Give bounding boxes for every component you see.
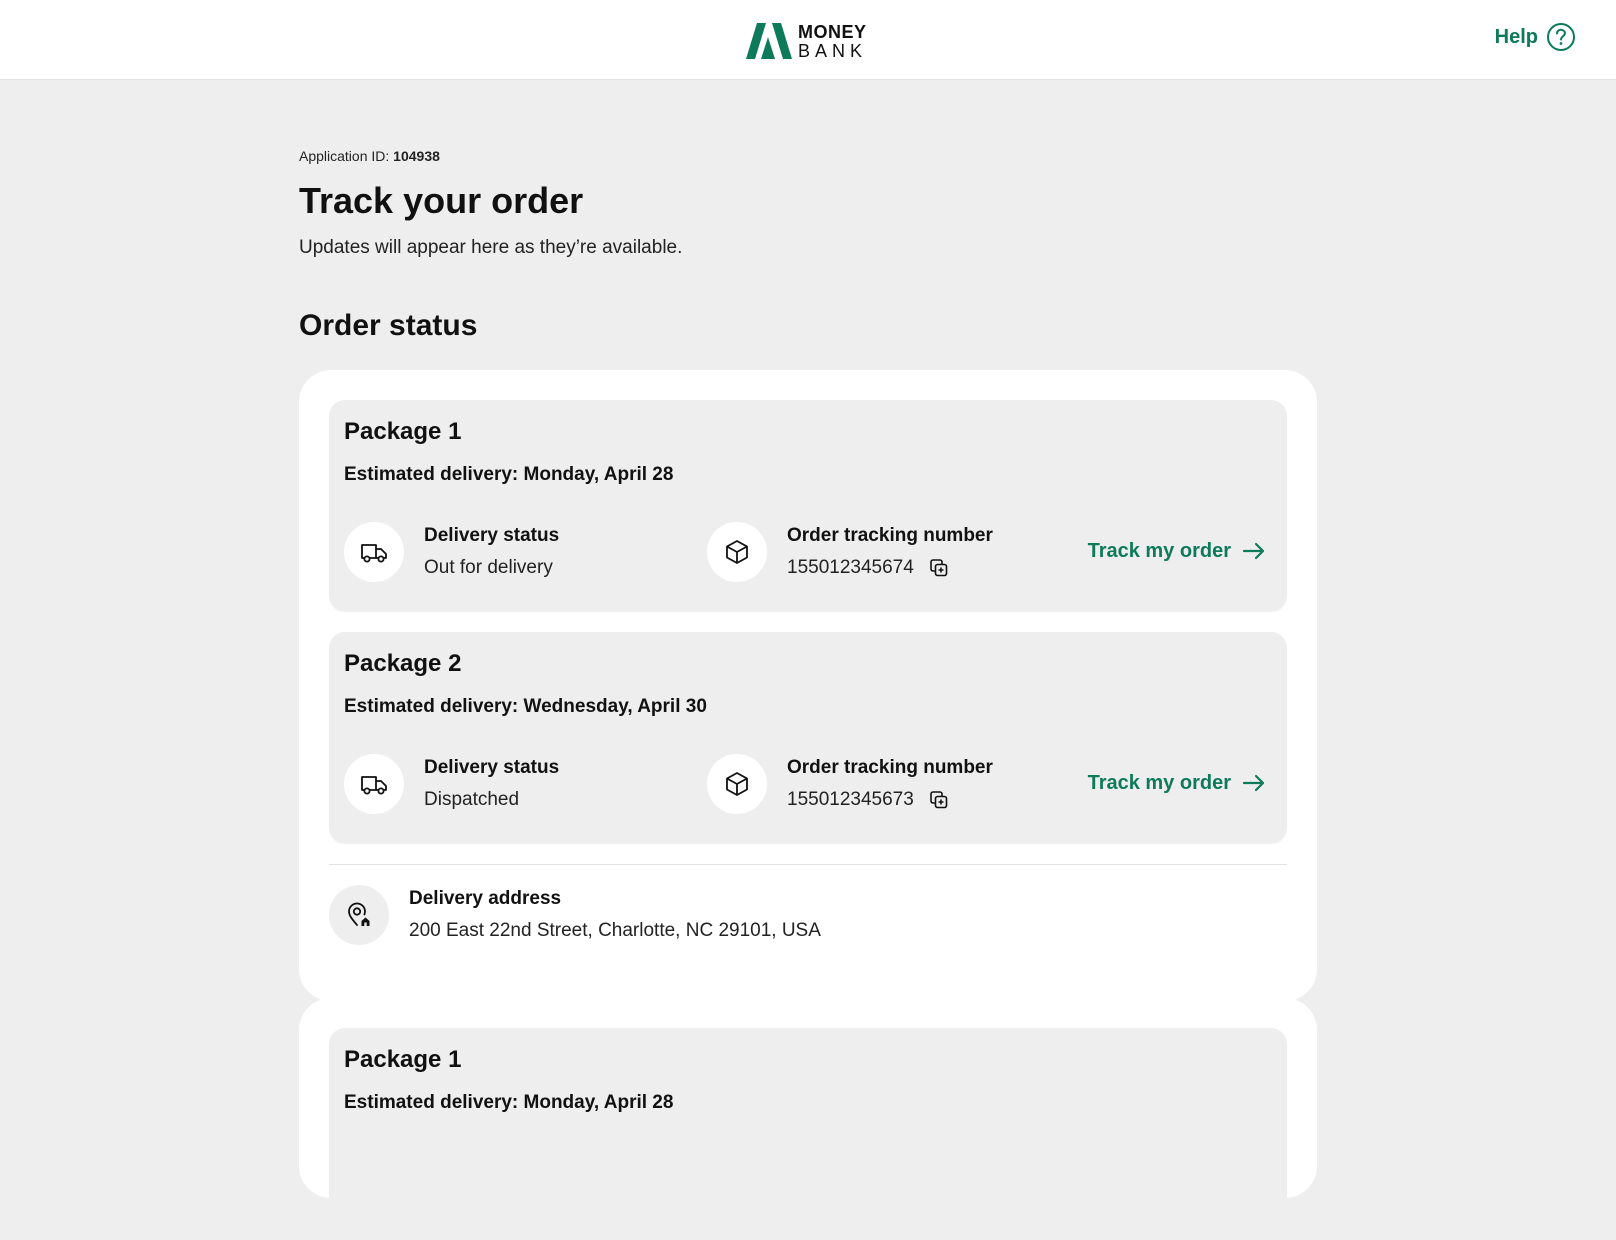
page-title: Track your order	[299, 180, 584, 221]
package-title: Package 2	[344, 650, 462, 677]
copy-icon[interactable]	[928, 557, 950, 579]
tracking-number-label: Order tracking number	[787, 757, 993, 778]
top-header: MONEY BANK Help	[0, 0, 1616, 80]
truck-icon	[361, 776, 387, 795]
tracking-number-value: 155012345674	[787, 557, 914, 578]
delivery-status-value: Dispatched	[424, 789, 520, 810]
order-card: Package 1 Estimated delivery: Monday, Ap…	[299, 998, 1317, 1240]
order-status-heading: Order status	[299, 309, 478, 342]
box-icon-circle	[707, 754, 767, 814]
help-button[interactable]: Help	[1495, 22, 1576, 52]
delivery-status-label: Delivery status	[424, 525, 560, 546]
location-pin-home-icon	[348, 902, 370, 926]
money-bank-logo[interactable]: MONEY BANK	[746, 22, 867, 60]
application-id-value: 104938	[393, 148, 440, 164]
application-id-label: Application ID:	[299, 148, 390, 164]
estimated-delivery: Estimated delivery: Monday, April 28	[344, 1092, 674, 1113]
help-label: Help	[1494, 25, 1538, 48]
tracking-number: Order tracking number 155012345673	[707, 754, 993, 814]
arrow-right-icon	[1242, 774, 1265, 792]
track-my-order-link[interactable]: Track my order	[1088, 538, 1267, 564]
track-my-order-link[interactable]: Track my order	[1088, 770, 1267, 796]
delivery-status-label: Delivery status	[424, 757, 560, 778]
box-icon-circle	[707, 522, 767, 582]
question-circle-icon	[1547, 23, 1575, 51]
package-box-icon	[726, 772, 748, 796]
truck-icon	[361, 544, 387, 563]
package-box-icon	[726, 540, 748, 564]
order-card: Package 1 Estimated delivery: Monday, Ap…	[299, 370, 1317, 1001]
delivery-address-label: Delivery address	[409, 888, 562, 909]
track-my-order-label: Track my order	[1087, 771, 1231, 794]
track-my-order-label: Track my order	[1087, 539, 1231, 562]
package-title: Package 1	[344, 1046, 462, 1073]
truck-icon-circle	[344, 754, 404, 814]
page-subtitle: Updates will appear here as they’re avai…	[299, 237, 683, 258]
tracking-number-value: 155012345673	[787, 789, 914, 810]
delivery-status: Delivery status Dispatched	[344, 754, 559, 814]
logo-text-bank: BANK	[798, 40, 868, 61]
package-title: Package 1	[344, 418, 462, 445]
package-card: Package 1 Estimated delivery: Monday, Ap…	[329, 1028, 1287, 1240]
truck-icon-circle	[344, 522, 404, 582]
location-icon-circle	[329, 885, 389, 945]
arrow-right-icon	[1242, 542, 1265, 560]
package-card: Package 2 Estimated delivery: Wednesday,…	[329, 632, 1287, 844]
application-id: Application ID: 104938	[299, 148, 440, 164]
package-card: Package 1 Estimated delivery: Monday, Ap…	[329, 400, 1287, 612]
tracking-number: Order tracking number 155012345674	[707, 522, 993, 582]
copy-icon[interactable]	[928, 789, 950, 811]
logo-text-money: MONEY	[798, 21, 867, 42]
estimated-delivery: Estimated delivery: Wednesday, April 30	[344, 696, 707, 717]
delivery-status-value: Out for delivery	[424, 557, 553, 578]
delivery-address-value: 200 East 22nd Street, Charlotte, NC 2910…	[409, 920, 821, 941]
estimated-delivery: Estimated delivery: Monday, April 28	[344, 464, 674, 485]
delivery-status: Delivery status Out for delivery	[344, 522, 559, 582]
delivery-address: Delivery address 200 East 22nd Street, C…	[329, 865, 1287, 971]
tracking-number-label: Order tracking number	[787, 525, 993, 546]
logo-mark-icon	[746, 23, 792, 59]
